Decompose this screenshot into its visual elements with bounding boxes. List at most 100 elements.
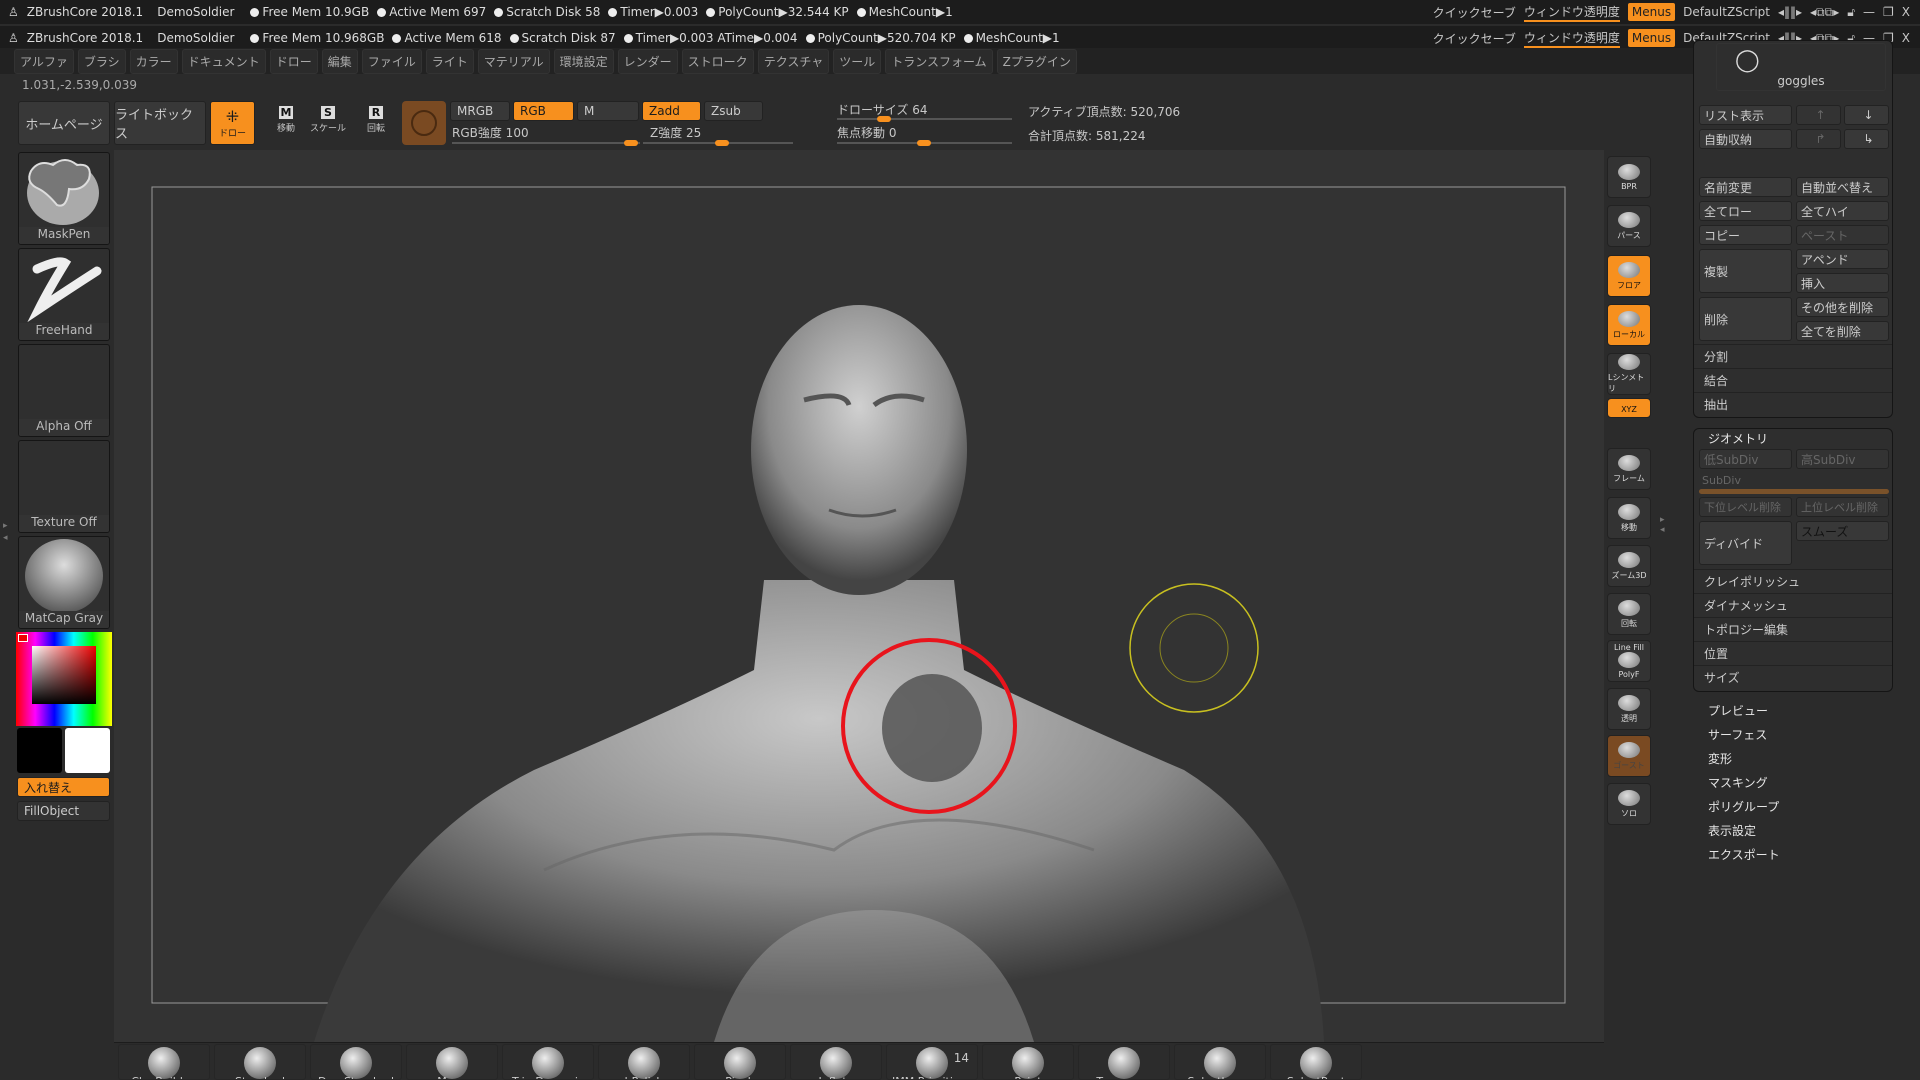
- auto-collapse-button[interactable]: 自動収納: [1699, 129, 1792, 149]
- list-view-button[interactable]: リスト表示: [1699, 105, 1792, 125]
- edit-topology-section[interactable]: トポロジー編集: [1694, 617, 1892, 641]
- menu-item[interactable]: テクスチャ: [757, 48, 830, 74]
- dynamesh-section[interactable]: ダイナメッシュ: [1694, 593, 1892, 617]
- menu-item[interactable]: ドロー: [269, 48, 318, 74]
- scale-mode-button[interactable]: S スケール: [310, 104, 346, 144]
- brush-transpose[interactable]: Transpose: [1078, 1044, 1170, 1080]
- brush-claybuildup[interactable]: ClayBuildup: [118, 1044, 210, 1080]
- close-button[interactable]: X: [1902, 31, 1910, 45]
- quicksave-button[interactable]: クイックセーブ: [1433, 4, 1516, 21]
- brush-paint[interactable]: Paint: [982, 1044, 1074, 1080]
- draw-mode-button[interactable]: ⁜ ドロー: [210, 101, 255, 145]
- secondary-color-swatch[interactable]: [65, 728, 110, 773]
- claypolish-section[interactable]: クレイポリッシュ: [1694, 569, 1892, 593]
- alpha-thumbnail[interactable]: Alpha Off: [18, 344, 110, 437]
- rgb-button[interactable]: RGB: [513, 101, 574, 121]
- menu-item[interactable]: ブラシ: [77, 48, 126, 74]
- menus-button[interactable]: Menus: [1627, 3, 1676, 21]
- tool-section[interactable]: ポリグループ: [1708, 798, 1779, 815]
- rotate-button[interactable]: 回転: [1607, 593, 1651, 635]
- local-button[interactable]: ローカル: [1607, 304, 1651, 346]
- menu-item[interactable]: 編集: [321, 48, 358, 74]
- menu-item[interactable]: ライト: [425, 48, 474, 74]
- lower-subdiv-button[interactable]: 低SubDiv: [1699, 449, 1792, 469]
- transparency-slider[interactable]: ウィンドウ透明度: [1523, 3, 1620, 22]
- menu-item[interactable]: ツール: [833, 48, 882, 74]
- stroke-thumbnail[interactable]: FreeHand: [18, 248, 110, 341]
- zoom3d-button[interactable]: ズーム3D: [1607, 545, 1651, 587]
- merge-section[interactable]: 結合: [1694, 368, 1892, 392]
- menu-item[interactable]: ドキュメント: [181, 48, 266, 74]
- z-intensity-slider[interactable]: [643, 140, 793, 146]
- fill-object-button[interactable]: FillObject: [17, 801, 110, 821]
- brush-move[interactable]: Move: [406, 1044, 498, 1080]
- lock-icon[interactable]: 🔓︎: [1847, 5, 1855, 20]
- higher-subdiv-button[interactable]: 高SubDiv: [1796, 449, 1889, 469]
- minimize-button[interactable]: —: [1863, 5, 1875, 19]
- rgb-intensity-slider[interactable]: [452, 140, 640, 146]
- rename-button[interactable]: 名前変更: [1699, 177, 1792, 197]
- move-hand-button[interactable]: 移動: [1607, 497, 1651, 539]
- brush-imm-primitives[interactable]: IMM Primitives 14: [886, 1044, 978, 1080]
- move-mode-button[interactable]: M 移動: [268, 104, 304, 144]
- menu-item[interactable]: Zプラグイン: [996, 48, 1077, 74]
- brush-damstandard[interactable]: DamStandard: [310, 1044, 402, 1080]
- frame-button[interactable]: フレーム: [1607, 448, 1651, 490]
- zadd-button[interactable]: Zadd: [642, 101, 701, 121]
- arrow-down-right-icon[interactable]: ↳: [1844, 129, 1889, 149]
- color-picker[interactable]: [16, 632, 112, 726]
- perspective-button[interactable]: パース: [1607, 205, 1651, 247]
- paste-button[interactable]: ペースト: [1796, 225, 1889, 245]
- left-tray-toggle[interactable]: ▸ ◂: [3, 520, 11, 680]
- tool-section[interactable]: 表示設定: [1708, 822, 1756, 839]
- mrgb-button[interactable]: MRGB: [450, 101, 510, 121]
- layout-windows-icon[interactable]: ◂⧉⧉▸: [1810, 5, 1839, 20]
- subtool-item[interactable]: ◯ goggles: [1716, 43, 1886, 91]
- right-tray-toggle[interactable]: ▸ ◂: [1660, 515, 1668, 645]
- m-button[interactable]: M: [577, 101, 639, 121]
- menu-item[interactable]: トランスフォーム: [885, 48, 993, 74]
- brush-pinch[interactable]: Pinch: [694, 1044, 786, 1080]
- append-button[interactable]: アペンド: [1796, 249, 1889, 269]
- rotate-mode-button[interactable]: R 回転: [358, 104, 394, 144]
- position-section[interactable]: 位置: [1694, 641, 1892, 665]
- tool-section[interactable]: サーフェス: [1708, 726, 1767, 743]
- tool-section[interactable]: エクスポート: [1708, 846, 1780, 863]
- zsub-button[interactable]: Zsub: [704, 101, 763, 121]
- transparency-slider[interactable]: ウィンドウ透明度: [1523, 29, 1620, 48]
- ghost-button[interactable]: ゴースト: [1607, 735, 1651, 777]
- bpr-button[interactable]: BPR: [1607, 156, 1651, 198]
- move-up-icon[interactable]: ↑: [1796, 105, 1841, 125]
- brush-hpolish[interactable]: hPolish: [598, 1044, 690, 1080]
- menus-button[interactable]: Menus: [1627, 29, 1676, 47]
- move-down-icon[interactable]: ↓: [1844, 105, 1889, 125]
- close-button[interactable]: X: [1902, 5, 1910, 19]
- brush-thumbnail[interactable]: MaskPen: [18, 152, 110, 245]
- delete-other-button[interactable]: その他を削除: [1796, 297, 1889, 317]
- extract-section[interactable]: 抽出: [1694, 392, 1892, 416]
- brush-selectrect[interactable]: SelectRect: [1270, 1044, 1362, 1080]
- restore-button[interactable]: ❐: [1883, 5, 1894, 19]
- all-high-button[interactable]: 全てハイ: [1796, 201, 1889, 221]
- delete-all-button[interactable]: 全てを削除: [1796, 321, 1889, 341]
- menu-item[interactable]: アルファ: [14, 48, 74, 74]
- quicksave-button[interactable]: クイックセーブ: [1433, 30, 1516, 47]
- all-low-button[interactable]: 全てロー: [1699, 201, 1792, 221]
- divide-button[interactable]: ディバイド: [1699, 521, 1792, 565]
- arrow-right-icon[interactable]: ↱: [1796, 129, 1841, 149]
- lightbox-button[interactable]: ライトボックス: [114, 101, 206, 145]
- size-section[interactable]: サイズ: [1694, 665, 1892, 689]
- texture-thumbnail[interactable]: Texture Off: [18, 440, 110, 533]
- viewport-canvas[interactable]: [114, 150, 1604, 1042]
- brush-standard[interactable]: Standard: [214, 1044, 306, 1080]
- tool-section[interactable]: 変形: [1708, 750, 1732, 767]
- xyz-rotate-button[interactable]: XYZ: [1607, 398, 1651, 418]
- menu-item[interactable]: 環境設定: [553, 48, 614, 74]
- home-page-button[interactable]: ホームページ: [18, 101, 110, 145]
- menu-item[interactable]: ストローク: [681, 48, 754, 74]
- draw-size-slider[interactable]: [837, 116, 1012, 122]
- solo-button[interactable]: ソロ: [1607, 783, 1651, 825]
- auto-reorder-button[interactable]: 自動並べ替え: [1796, 177, 1889, 197]
- layout-arrows-icon[interactable]: ◂‖‖▸: [1778, 5, 1802, 19]
- insert-button[interactable]: 挿入: [1796, 273, 1889, 293]
